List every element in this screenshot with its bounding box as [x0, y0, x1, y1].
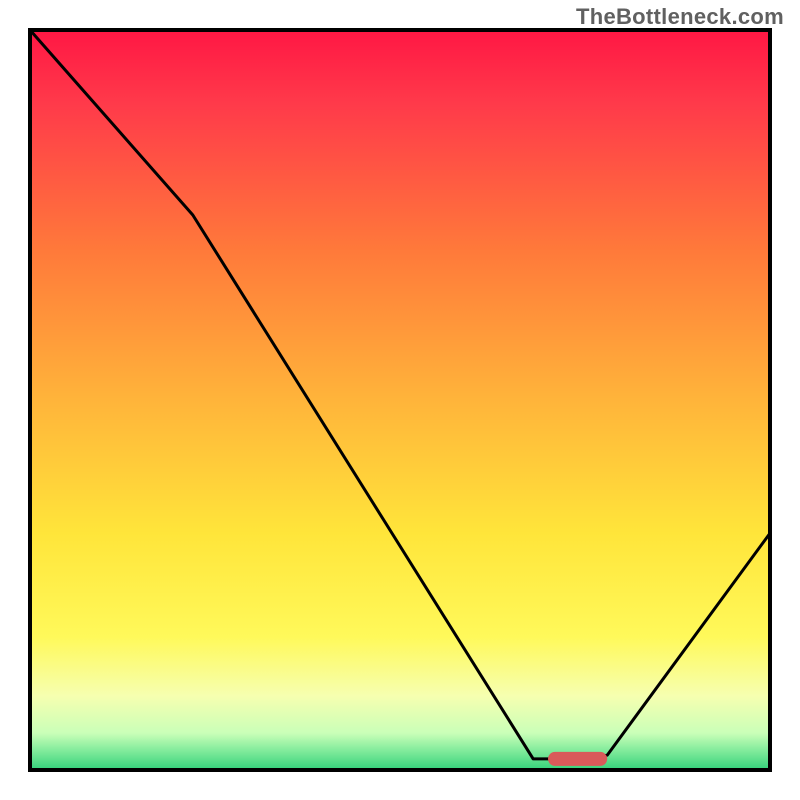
plot-background	[30, 30, 770, 770]
chart-container: TheBottleneck.com	[0, 0, 800, 800]
bottleneck-chart	[0, 0, 800, 800]
optimal-marker	[548, 752, 607, 766]
